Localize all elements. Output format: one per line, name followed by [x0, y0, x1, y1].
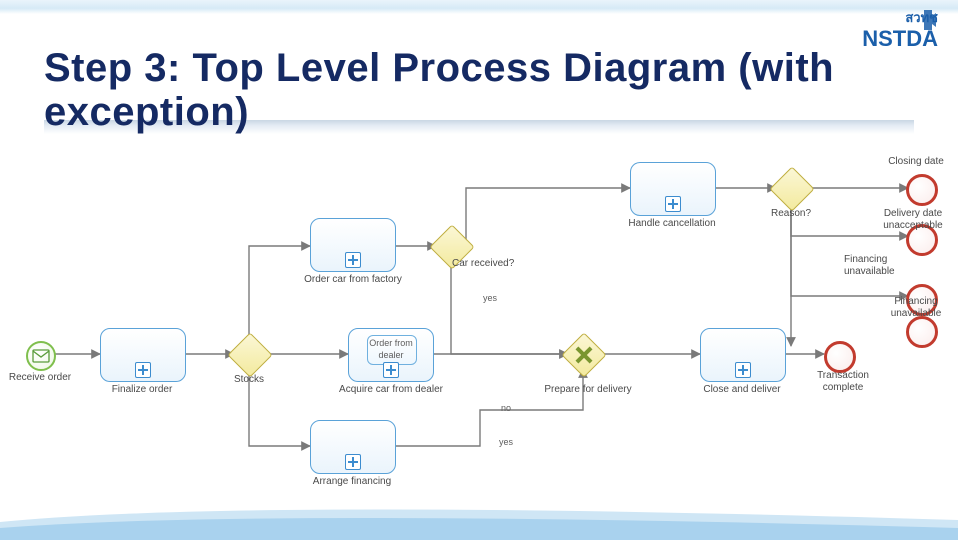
end-event-closing-date [906, 174, 938, 206]
task-prepare-for-delivery-label: Prepare for delivery [540, 384, 636, 396]
start-event-receive-order [26, 341, 56, 371]
end-event-transaction-complete [824, 341, 856, 373]
gateway-parallel-join [568, 339, 598, 369]
start-event-label: Receive order [0, 372, 80, 384]
gateway-stocks-label: Stocks [222, 374, 276, 386]
task-close-and-deliver-label: Close and deliver [694, 384, 790, 396]
task-finalize-order [100, 328, 186, 382]
subprocess-marker-icon [135, 362, 151, 378]
gateway-car-received-label: Car received? [452, 258, 532, 270]
end-event-financing-unavailable-1-label: Financing unavailable [844, 254, 914, 278]
task-acquire-car-from-dealer-label: Acquire car from dealer [336, 384, 446, 396]
task-handle-cancellation-label: Handle cancellation [618, 218, 726, 230]
subprocess-marker-icon [345, 454, 361, 470]
gateway-car-received [436, 231, 466, 261]
gateway-reason-label: Reason? [758, 208, 824, 220]
subprocess-marker-icon [345, 252, 361, 268]
flow-label-no: no [494, 402, 518, 414]
subprocess-marker-icon [735, 362, 751, 378]
end-event-closing-date-label: Closing date [874, 156, 958, 168]
task-finalize-order-label: Finalize order [100, 384, 184, 396]
end-event-financing-unavailable-2 [906, 316, 938, 348]
subprocess-marker-icon [665, 196, 681, 212]
task-close-and-deliver [700, 328, 786, 382]
task-arrange-financing [310, 420, 396, 474]
flow-label-yes-2: yes [494, 436, 518, 448]
flow-label-yes-1: yes [476, 292, 504, 304]
subprocess-marker-icon [383, 362, 399, 378]
end-event-transaction-complete-label: Transaction complete [804, 370, 882, 394]
bpmn-diagram: Receive order Finalize order Stocks Orde… [0, 146, 958, 506]
subtask-order-from-dealer-label: Order from dealer [349, 337, 433, 361]
end-event-delivery-date-unacceptable-label: Delivery date unacceptable [868, 208, 958, 232]
task-order-car-from-factory [310, 218, 396, 272]
task-handle-cancellation [630, 162, 716, 216]
gateway-reason [776, 173, 806, 203]
task-acquire-car-from-dealer: Order from dealer [348, 328, 434, 382]
slide-title: Step 3: Top Level Process Diagram (with … [44, 46, 834, 134]
end-event-financing-unavailable-2-label: Financing unavailable [874, 296, 958, 320]
gateway-stocks [234, 339, 264, 369]
task-order-car-from-factory-label: Order car from factory [298, 274, 408, 286]
sequence-flows [0, 146, 958, 506]
task-arrange-financing-label: Arrange financing [300, 476, 404, 488]
